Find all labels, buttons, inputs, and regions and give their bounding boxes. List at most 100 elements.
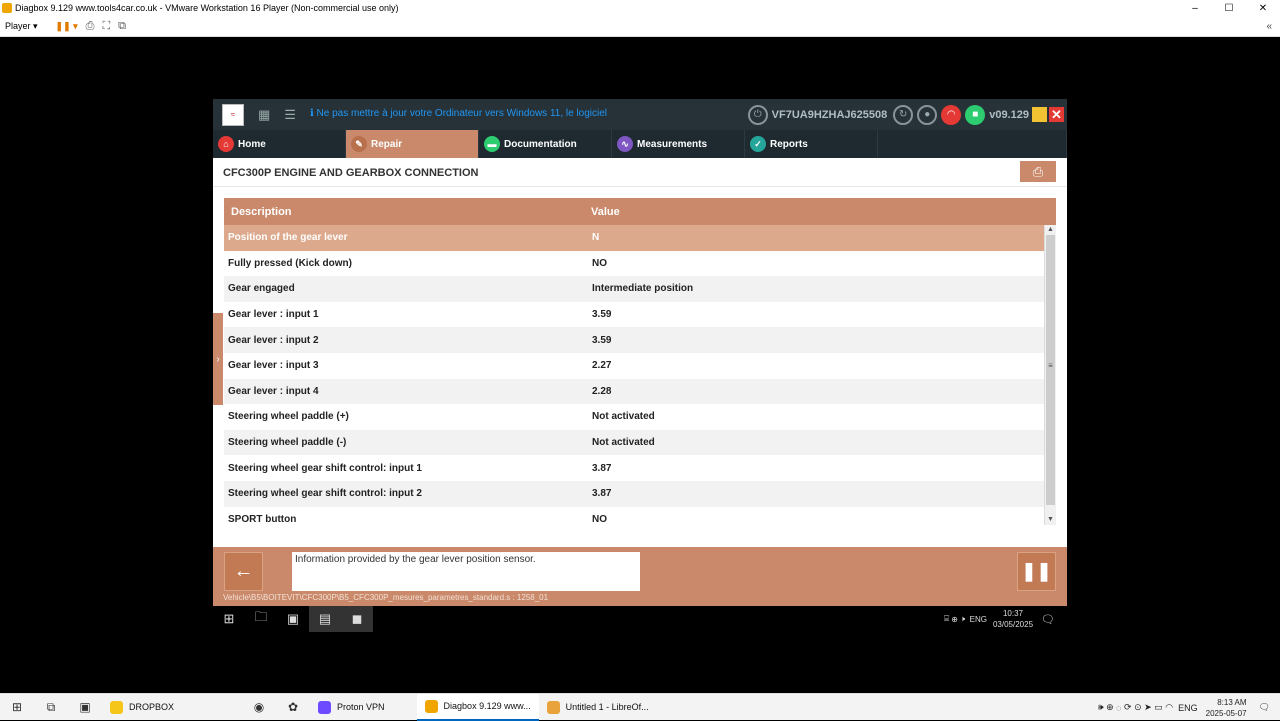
table-row[interactable]: Gear engaged Intermediate position (224, 276, 1044, 302)
folder-icon (110, 700, 123, 714)
guest-time: 10:37 (1002, 609, 1024, 618)
close-window-button[interactable]: ✕ (1246, 3, 1280, 14)
power-icon[interactable]: ⏻ (747, 104, 768, 125)
diagbox-app-icon (2, 3, 12, 13)
app-minimize-button[interactable] (1032, 107, 1047, 122)
host-taskbar: ⊞ ⧉ ▣ DROPBOX ◉ ✿ Proton VPN Diagbox 9.1… (0, 693, 1280, 721)
nav-spacer (878, 130, 1067, 158)
file-explorer-icon[interactable]: 🗀 (245, 606, 277, 632)
chevron-right-icon: › (216, 353, 220, 365)
tab-reports[interactable]: ✓ Reports (745, 130, 878, 158)
taskbar-app-label: Untitled 1 - LibreOf... (565, 702, 649, 712)
table-scrollbar[interactable]: ▲ ≡ ▼ (1044, 225, 1056, 525)
scroll-up-icon[interactable]: ▲ (1045, 225, 1056, 235)
host-start-icon[interactable]: ⊞ (0, 694, 34, 721)
table-row[interactable]: Steering wheel paddle (+) Not activated (224, 404, 1044, 430)
scroll-thumb[interactable] (1046, 235, 1055, 505)
player-menu-button[interactable]: Player ▾ (5, 21, 38, 32)
tab-repair[interactable]: ✎ Repair (346, 130, 479, 158)
guest-date: 03/05/2025 (992, 620, 1034, 629)
usb-icon[interactable]: ⌸ (944, 614, 949, 624)
page-title: CFC300P ENGINE AND GEARBOX CONNECTION (223, 167, 479, 179)
info-icon: ℹ (309, 107, 317, 119)
column-header-description: Description (231, 205, 292, 218)
guest-taskbar: ⊞ 🗀 ▣ ▤ ◼ ⌸ ⊕ 🕨 ENG 10:37 03/05/2025 🗨 (213, 606, 1067, 632)
taskbar-app-libreoffice[interactable]: Untitled 1 - LibreOf... (539, 694, 657, 721)
table-row[interactable]: Fully pressed (Kick down) NO (224, 250, 1044, 277)
network-icon[interactable]: ⊕ (951, 615, 958, 624)
script-path: Vehicle\B5\BOITEVIT\CFC300P\B5_CFC300P_m… (223, 593, 549, 602)
pause-button[interactable]: ❚❚ (1017, 552, 1056, 591)
guest-lang[interactable]: ENG (970, 615, 987, 624)
lock-icon[interactable]: ■ (965, 104, 986, 125)
volume-icon[interactable]: 🕪 (1098, 702, 1104, 713)
tray-icon-4[interactable]: ▭ (1154, 702, 1163, 713)
host-date: 2025-05-07 (1205, 708, 1247, 718)
table-row[interactable]: Position of the gear lever N (224, 225, 1044, 251)
app-close-button[interactable]: ✕ (1049, 107, 1064, 122)
minimize-button[interactable]: – (1178, 3, 1212, 14)
footer-bar: ← Information provided by the gear lever… (213, 547, 1067, 606)
cell-description: Steering wheel gear shift control: input… (228, 462, 422, 474)
table-row[interactable]: Steering wheel paddle (-) Not activated (224, 429, 1044, 456)
table-row[interactable]: Steering wheel gear shift control: input… (224, 480, 1044, 507)
send-keys-icon[interactable]: ⎙ (86, 20, 95, 33)
taskbar-app-protonvpn[interactable]: Proton VPN (310, 694, 393, 721)
notification-icon[interactable]: 🗨 (1041, 613, 1055, 626)
table-row[interactable]: Gear lever : input 4 2.28 (224, 378, 1044, 405)
cell-value: 3.87 (592, 488, 612, 500)
taskbar-app-dropbox[interactable]: DROPBOX (102, 694, 182, 721)
list-icon[interactable]: ☰ (284, 107, 296, 123)
tray-icon-2[interactable]: ⟳ (1124, 702, 1132, 713)
info-box: Information provided by the gear lever p… (292, 552, 640, 591)
refresh-icon[interactable]: ↻ (893, 104, 914, 125)
print-button[interactable]: ⎙ (1020, 161, 1056, 182)
taskbar-app-diagbox[interactable]: Diagbox 9.129 www... (416, 693, 539, 721)
tab-measurements[interactable]: ∿ Measurements (612, 130, 745, 158)
network-icon[interactable]: ⊕ (1106, 702, 1114, 713)
tab-reports-label: Reports (770, 138, 808, 150)
unity-icon[interactable]: ⧉ (118, 20, 126, 33)
page-title-bar: CFC300P ENGINE AND GEARBOX CONNECTION ⎙ (213, 158, 1067, 187)
table-row[interactable]: Gear lever : input 2 3.59 (224, 327, 1044, 353)
tray-icon-1[interactable]: ◌ (1116, 703, 1121, 713)
table-row[interactable]: Gear lever : input 3 2.27 (224, 352, 1044, 379)
app-header: ≈ ▦ ☰ ℹ Ne pas mettre à jour votre Ordin… (213, 99, 1067, 130)
task-view-icon[interactable]: ⧉ (34, 694, 68, 721)
side-panel-toggle[interactable]: › (213, 313, 223, 405)
update-notice: ℹ Ne pas mettre à jour votre Ordinateur … (310, 103, 610, 127)
host-app-icon[interactable]: ▣ (68, 694, 102, 721)
wifi-icon[interactable]: ◠ (1165, 702, 1173, 713)
tab-home[interactable]: ⌂ Home (213, 130, 346, 158)
notification-icon[interactable]: 🗨 (1259, 702, 1270, 713)
vm-pause-icon[interactable]: ❚❚ ▾ (56, 21, 78, 32)
collapse-toolbar-icon[interactable]: « (1266, 21, 1272, 32)
diagbox-taskbar-icon[interactable]: ▤ (309, 606, 341, 632)
wifi-icon[interactable]: ◠ (941, 104, 962, 125)
host-clock[interactable]: 8:13 AM 2025-05-07 (1206, 697, 1247, 719)
app-icon-1[interactable]: ▣ (277, 606, 309, 632)
grid-icon[interactable]: ▦ (258, 107, 270, 123)
telegram-icon[interactable]: ➤ (1144, 702, 1152, 713)
windows-start-icon[interactable]: ⊞ (213, 606, 245, 632)
fullscreen-icon[interactable]: ⛶ (102, 20, 110, 33)
taskbar-app-label: Diagbox 9.129 www... (443, 701, 531, 711)
host-lang[interactable]: ENG (1178, 703, 1198, 713)
back-button[interactable]: ← (224, 552, 263, 591)
table-row[interactable]: SPORT button NO (224, 506, 1044, 525)
app-circle-icon[interactable]: ◉ (242, 694, 276, 721)
chrome-icon[interactable]: ✿ (276, 694, 310, 721)
table-row[interactable]: Steering wheel gear shift control: input… (224, 455, 1044, 481)
volume-muted-icon[interactable]: 🕨 (960, 614, 965, 624)
repair-icon: ✎ (351, 136, 367, 152)
maximize-button[interactable]: ☐ (1212, 3, 1246, 14)
tray-icon-3[interactable]: ⊙ (1134, 702, 1142, 713)
cell-value: Intermediate position (592, 283, 694, 295)
diagbox-lite-icon[interactable]: ◼ (341, 606, 373, 632)
user-icon[interactable]: ● (917, 104, 938, 125)
libreoffice-icon (546, 700, 560, 714)
tab-documentation[interactable]: ▬ Documentation (479, 130, 612, 158)
guest-clock[interactable]: 10:37 03/05/2025 (993, 608, 1033, 630)
table-row[interactable]: Gear lever : input 1 3.59 (224, 301, 1044, 328)
scroll-down-icon[interactable]: ▼ (1045, 515, 1056, 525)
